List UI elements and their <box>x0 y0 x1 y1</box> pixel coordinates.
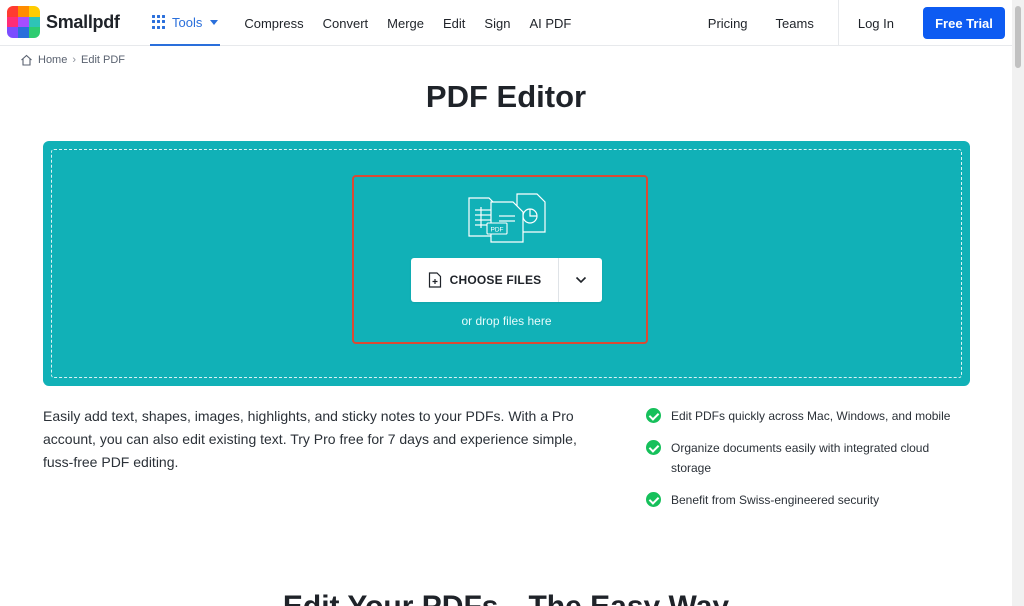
benefit-text: Benefit from Swiss-engineered security <box>671 493 880 507</box>
nav-link-ai-pdf[interactable]: AI PDF <box>529 16 571 31</box>
benefit-text: Organize documents easily with integrate… <box>671 441 930 475</box>
benefit-item: Edit PDFs quickly across Mac, Windows, a… <box>646 406 966 426</box>
login-link[interactable]: Log In <box>858 16 894 31</box>
page-scrollbar[interactable] <box>1012 0 1024 606</box>
nav-link-edit[interactable]: Edit <box>443 16 465 31</box>
breadcrumb-separator: › <box>72 54 77 66</box>
benefit-item: Organize documents easily with integrate… <box>646 438 966 478</box>
tool-description: Easily add text, shapes, images, highlig… <box>43 408 577 470</box>
home-icon <box>21 54 32 66</box>
scrollbar-thumb[interactable] <box>1015 6 1021 68</box>
breadcrumb-home-link[interactable]: Home <box>38 54 67 66</box>
section-heading: Edit Your PDFs—The Easy Way <box>0 590 1012 606</box>
pdf-badge-text: PDF <box>491 227 504 234</box>
nav-link-compress[interactable]: Compress <box>244 16 303 31</box>
tools-menu-button[interactable]: Tools <box>150 0 221 46</box>
choose-files-button[interactable]: CHOOSE FILES <box>411 258 558 302</box>
documents-icon: PDF <box>468 193 546 243</box>
nav-divider <box>837 0 839 46</box>
choose-files-button-group: CHOOSE FILES <box>411 258 602 302</box>
check-circle-icon <box>646 492 661 507</box>
caret-down-icon <box>210 19 219 25</box>
breadcrumb: Home › Edit PDF <box>20 54 125 66</box>
upload-source-dropdown-button[interactable] <box>559 258 602 302</box>
breadcrumb-current: Edit PDF <box>81 54 126 66</box>
add-file-icon <box>428 272 441 288</box>
nav-link-merge[interactable]: Merge <box>387 16 424 31</box>
benefit-item: Benefit from Swiss-engineered security <box>646 490 966 510</box>
apps-grid-icon <box>152 15 166 29</box>
nav-link-sign[interactable]: Sign <box>484 16 510 31</box>
account-nav: Pricing Teams Log In Free Trial <box>708 0 1012 46</box>
check-circle-icon <box>646 408 661 423</box>
top-navbar: Smallpdf Tools Compress Convert Merge Ed… <box>0 0 1012 46</box>
tools-label: Tools <box>172 14 203 30</box>
chevron-down-icon <box>575 276 586 284</box>
benefits-list: Edit PDFs quickly across Mac, Windows, a… <box>646 406 966 510</box>
nav-link-teams[interactable]: Teams <box>776 16 814 31</box>
nav-link-pricing[interactable]: Pricing <box>708 16 748 31</box>
main-nav: Tools Compress Convert Merge Edit Sign A… <box>150 0 571 46</box>
benefit-text: Edit PDFs quickly across Mac, Windows, a… <box>671 409 951 423</box>
choose-files-label: CHOOSE FILES <box>449 273 542 287</box>
nav-link-convert[interactable]: Convert <box>323 16 369 31</box>
free-trial-button[interactable]: Free Trial <box>923 7 1005 39</box>
drop-files-hint: or drop files here <box>461 314 552 328</box>
page-title: PDF Editor <box>425 79 587 114</box>
smallpdf-logo-icon <box>7 6 40 38</box>
check-circle-icon <box>646 440 661 455</box>
file-drop-zone[interactable]: PDF CHOOSE FILES or drop files here <box>43 141 970 386</box>
brand-name: Smallpdf <box>46 11 120 32</box>
smallpdf-logo[interactable]: Smallpdf <box>7 6 120 38</box>
